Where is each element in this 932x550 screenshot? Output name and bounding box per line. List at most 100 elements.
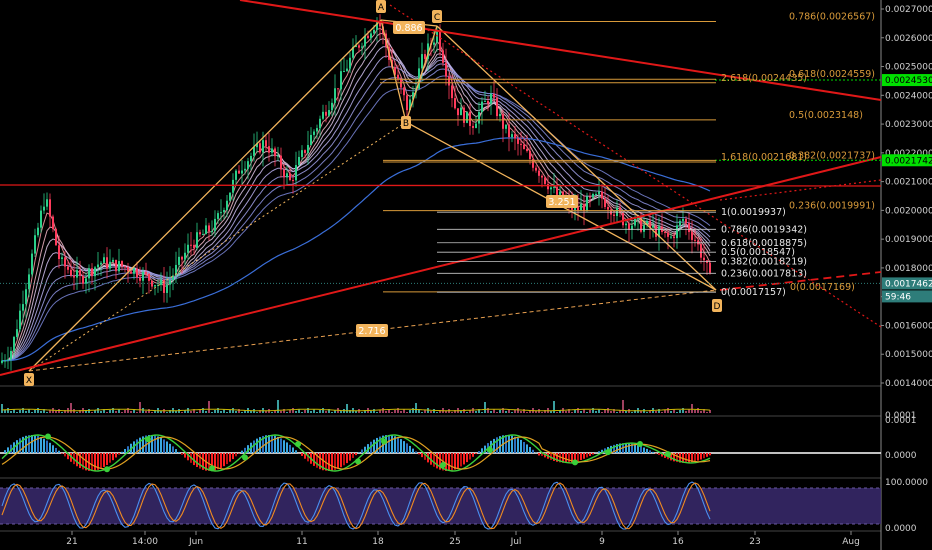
candle-body	[340, 71, 342, 90]
price-tick-label: 0.0018000	[885, 264, 932, 274]
candle-body	[397, 74, 399, 79]
macd-hist-bar	[271, 435, 273, 453]
candle-body	[40, 210, 42, 228]
macd-hist-bar	[94, 453, 96, 471]
fib-level-label: 1.618(0.0021681)	[721, 152, 807, 163]
volume-bar	[16, 412, 18, 413]
volume-bar	[541, 412, 543, 413]
candle-body	[85, 278, 87, 284]
macd-hist-bar	[46, 440, 48, 453]
volume-bar	[202, 408, 204, 413]
candle-body	[349, 57, 351, 69]
macd-hist-bar	[565, 453, 567, 463]
volume-bar	[241, 412, 243, 413]
macd-hist-bar	[526, 444, 528, 453]
candle-body	[220, 212, 222, 214]
candle-body	[580, 203, 582, 211]
volume-bar	[196, 412, 198, 413]
candle-body	[145, 271, 147, 275]
candle-body	[586, 196, 588, 212]
price-tick-label: 0.0023000	[885, 120, 932, 130]
candle-body	[94, 267, 96, 277]
macd-hist-bar	[61, 453, 63, 454]
volume-bar	[523, 409, 525, 413]
macd-hist-bar	[43, 438, 45, 453]
time-tick-label: Aug	[842, 537, 860, 547]
volume-bar	[550, 411, 552, 413]
price-tick-label: 0.0020000	[885, 206, 932, 216]
candle-body	[676, 225, 678, 239]
macd-hist-bar	[505, 435, 507, 453]
macd-cross-dot	[104, 466, 110, 473]
volume-bar	[97, 408, 99, 413]
macd-hist-bar	[118, 453, 120, 455]
candle-body	[679, 220, 681, 226]
macd-hist-bar	[406, 443, 408, 453]
candle-body	[103, 257, 105, 263]
volume-bar	[517, 408, 519, 413]
macd-hist-bar	[481, 448, 483, 453]
volume-bar	[499, 410, 501, 413]
volume-bar	[310, 411, 312, 413]
time-tick-label: 25	[449, 537, 460, 547]
chart-canvas[interactable]: 0.786(0.0026567)0.618(0.0024559)2.618(0.…	[0, 0, 932, 550]
time-tick-label: 18	[372, 537, 384, 547]
volume-bar	[694, 410, 696, 413]
volume-bar	[7, 408, 9, 413]
volume-bar	[115, 411, 117, 413]
pattern-ratio-label: 2.716	[358, 326, 385, 337]
macd-hist-bar	[514, 436, 516, 453]
macd-hist-bar	[40, 437, 42, 453]
candle-body	[52, 216, 54, 230]
candle-body	[262, 140, 264, 153]
candle-body	[133, 268, 135, 274]
fib-level-label: 0.5(0.0023148)	[789, 110, 863, 121]
volume-bar	[370, 411, 372, 413]
candle-body	[109, 261, 111, 269]
candle-body	[487, 100, 489, 104]
macd-hist-bar	[175, 449, 177, 453]
volume-bar	[160, 411, 162, 413]
candle-body	[202, 234, 204, 236]
macd-hist-bar	[340, 453, 342, 468]
candle-body	[517, 138, 519, 144]
macd-cross-dot	[381, 438, 387, 445]
candle-body	[307, 144, 309, 153]
volume-bar	[277, 400, 279, 413]
macd-hist-bar	[223, 453, 225, 467]
candle-body	[241, 170, 243, 174]
candle-body	[481, 101, 483, 112]
macd-hist-bar	[295, 450, 297, 453]
candle-body	[259, 143, 261, 153]
candle-body	[31, 253, 33, 275]
macd-hist-bar	[709, 453, 711, 456]
candle-body	[178, 256, 180, 265]
candle-body	[604, 198, 606, 207]
candle-body	[460, 107, 462, 116]
volume-bar	[199, 410, 201, 413]
candle-body	[472, 125, 474, 128]
candle-body	[694, 239, 696, 241]
macd-hist-bar	[583, 453, 585, 459]
volume-bar	[706, 412, 708, 413]
volume-bar	[295, 411, 297, 413]
candle-body	[124, 266, 126, 268]
candle-body	[316, 128, 318, 132]
candle-body	[217, 213, 219, 219]
price-tick-label: 0.0019000	[885, 235, 932, 245]
candle-body	[556, 186, 558, 195]
volume-bar	[595, 411, 597, 413]
macd-hist-bar	[388, 435, 390, 453]
volume-bar	[292, 408, 294, 413]
candle-body	[193, 244, 195, 249]
macd-hist-bar	[457, 453, 459, 469]
candle-body	[670, 236, 672, 238]
candle-body	[436, 30, 438, 43]
macd-hist-bar	[475, 453, 477, 454]
resistance-line	[0, 184, 882, 187]
volume-bar	[181, 412, 183, 413]
macd-hist-bar	[112, 453, 114, 461]
candle-body	[118, 261, 120, 272]
candle-body	[439, 30, 441, 51]
volume-bar	[319, 410, 321, 413]
